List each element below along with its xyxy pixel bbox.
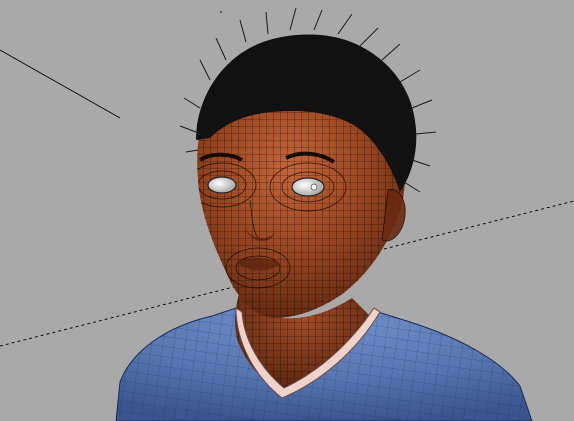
- viewport-canvas[interactable]: [0, 0, 574, 421]
- eye-right-highlight: [310, 183, 318, 191]
- eye-left[interactable]: [207, 176, 237, 194]
- grid-point: [220, 11, 222, 13]
- eye-right[interactable]: [291, 177, 325, 197]
- 3d-viewport[interactable]: [0, 0, 574, 421]
